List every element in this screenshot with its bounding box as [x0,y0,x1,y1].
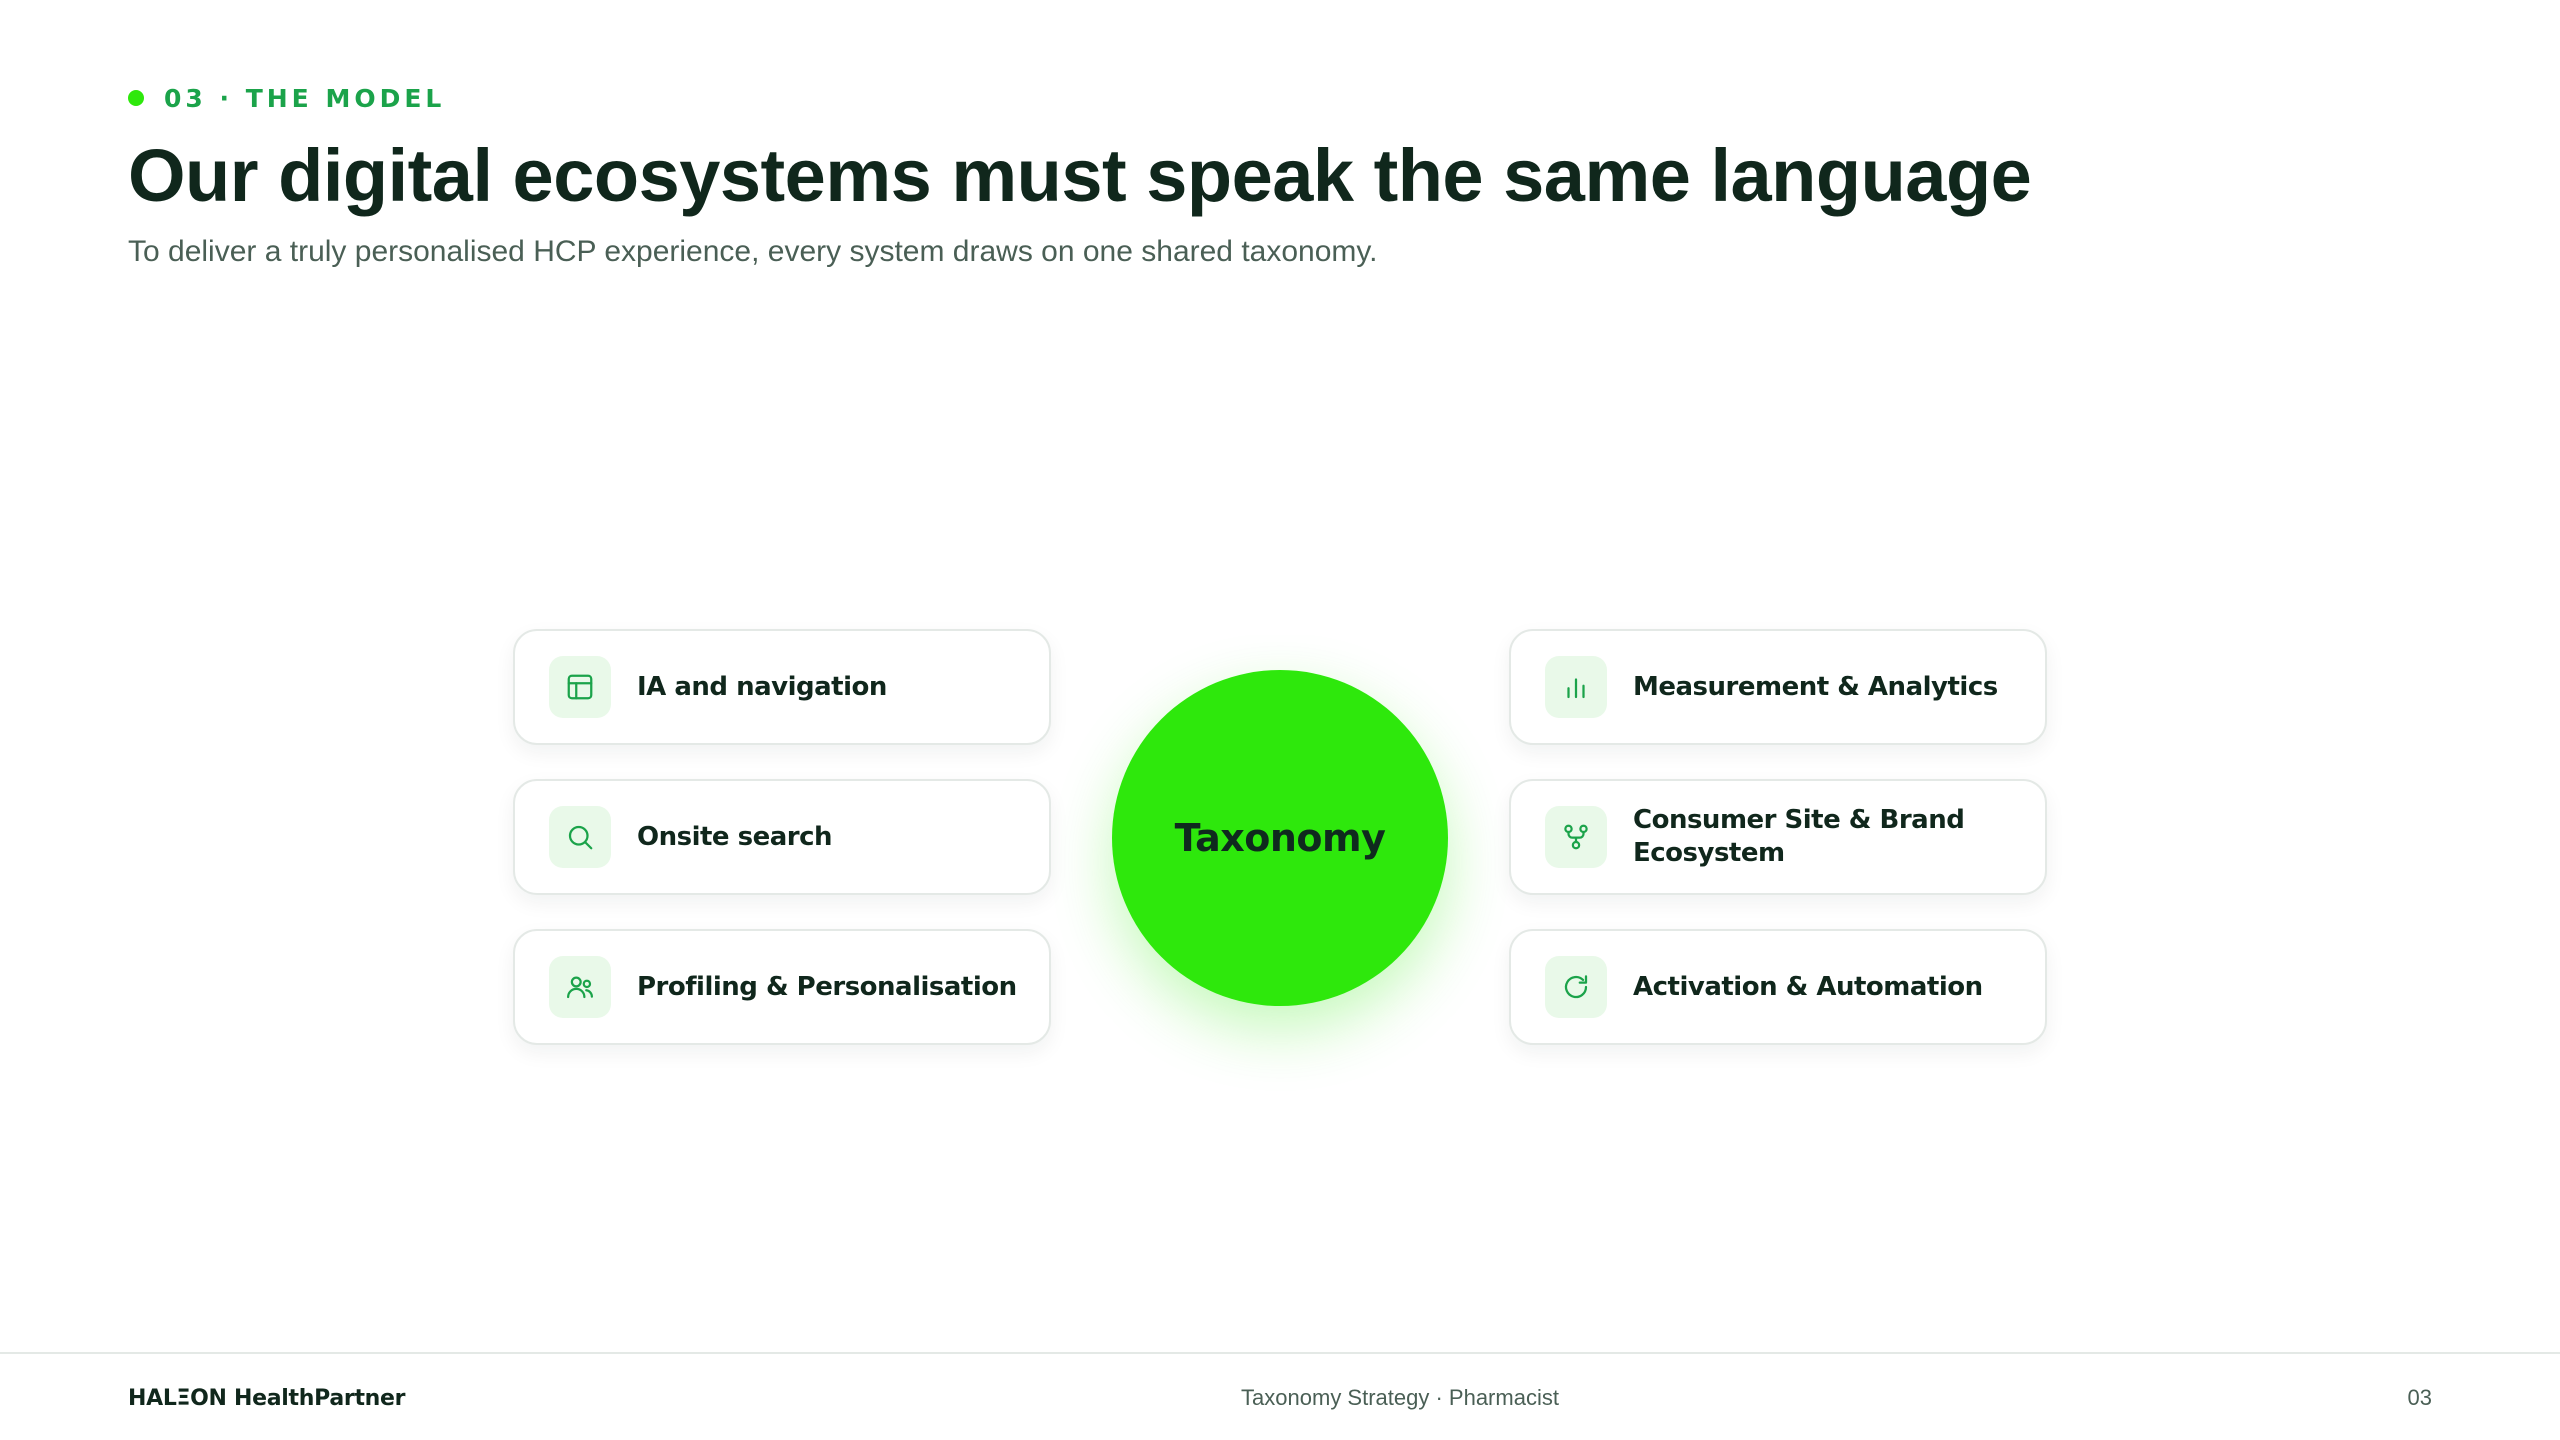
hub-label: Taxonomy [1174,816,1386,860]
page-number: 03 [2407,1385,2432,1410]
card-label: Onsite search [637,821,833,852]
card-activation-automation: Activation & Automation [1509,929,2047,1045]
card-label: Activation & Automation [1633,971,1983,1002]
refresh-icon [1545,956,1607,1018]
search-icon [549,806,611,868]
layout-icon [549,656,611,718]
footer-brand-logo: HALΞON HealthPartner [128,1385,406,1411]
footer-divider [0,1352,2560,1354]
users-icon [549,956,611,1018]
page-subtitle: To deliver a truly personalised HCP expe… [128,235,1378,268]
bar-chart-icon [1545,656,1607,718]
card-label: Measurement & Analytics [1633,671,1998,702]
eyebrow-dot-icon [128,90,144,106]
footer-deck-title: Taxonomy Strategy · Pharmacist [1241,1385,1559,1410]
eyebrow-label: 03 · THE MODEL [164,83,446,113]
page-title: Our digital ecosystems must speak the sa… [128,134,2032,217]
card-ia-navigation: IA and navigation [513,629,1051,745]
card-measurement-analytics: Measurement & Analytics [1509,629,2047,745]
network-icon [1545,806,1607,868]
card-label: Consumer Site & Brand Ecosystem [1633,805,1965,868]
card-profiling-personalisation: Profiling & Personalisation [513,929,1051,1045]
card-onsite-search: Onsite search [513,779,1051,895]
card-label: Profiling & Personalisation [637,971,1017,1002]
section-eyebrow: 03 · THE MODEL [128,78,445,118]
card-consumer-site-brand: Consumer Site & Brand Ecosystem [1509,779,2047,895]
card-label: IA and navigation [637,671,887,702]
taxonomy-hub: Taxonomy [1112,670,1448,1006]
